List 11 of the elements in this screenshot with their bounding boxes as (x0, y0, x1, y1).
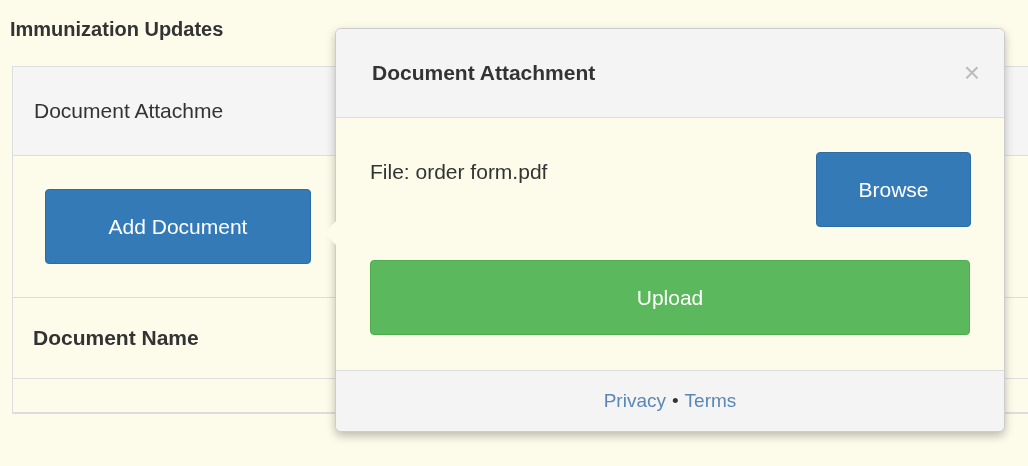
browse-button[interactable]: Browse (816, 152, 971, 227)
page-heading: Immunization Updates (10, 18, 224, 41)
panel-title: Document Attachme (34, 99, 224, 123)
footer-link[interactable]: Privacy (603, 390, 666, 412)
column-header: Document Name (33, 326, 199, 350)
file-label: File: order form.pdf (370, 160, 548, 184)
add-document-button[interactable]: Add Document (45, 189, 311, 264)
footer-link[interactable]: Terms (684, 390, 737, 412)
upload-button[interactable]: Upload (370, 260, 970, 335)
separator: • (671, 390, 679, 412)
popover-title: Document Attachment (372, 61, 596, 85)
